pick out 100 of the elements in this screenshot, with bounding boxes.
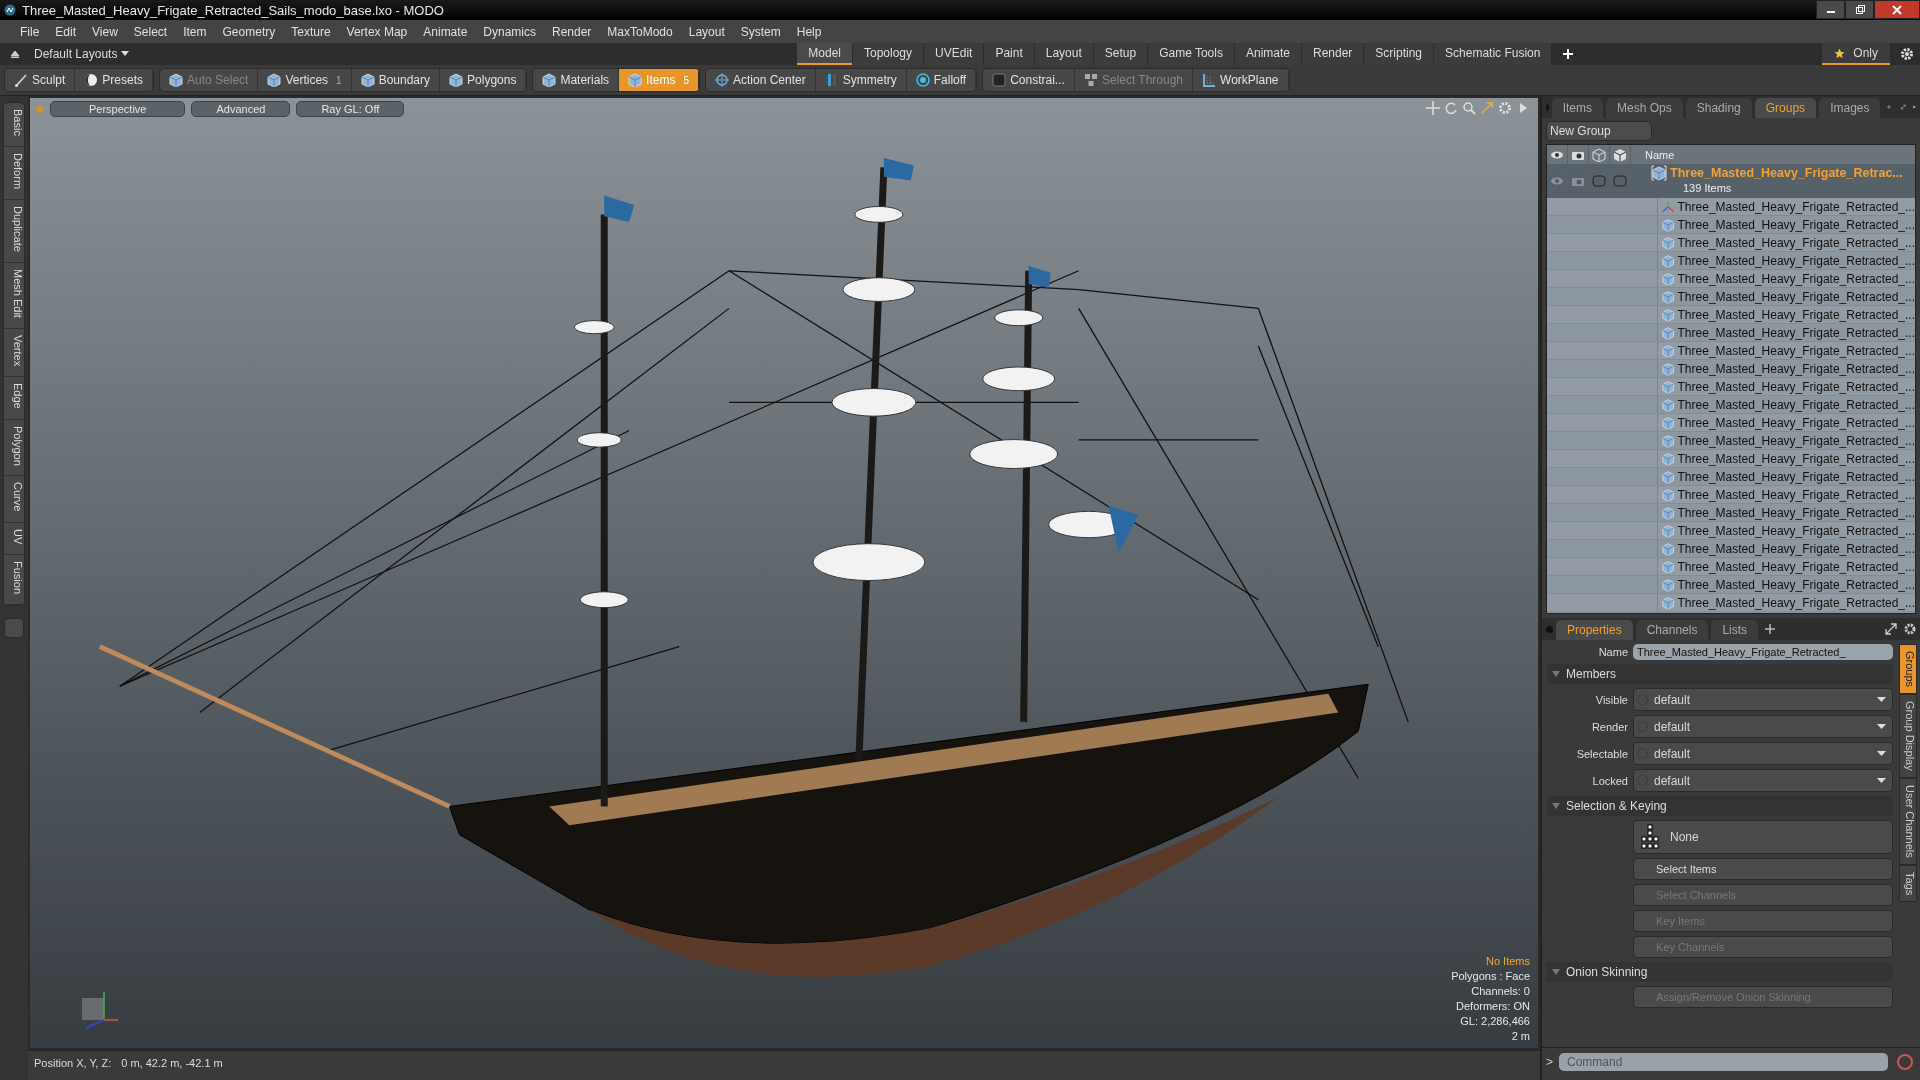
section-header[interactable]: Members bbox=[1546, 664, 1893, 684]
layout-tab[interactable]: Setup bbox=[1093, 43, 1148, 65]
tool-button[interactable]: Boundary bbox=[351, 69, 441, 91]
side-tab[interactable]: Tags bbox=[1899, 864, 1917, 902]
record-icon[interactable] bbox=[1894, 1051, 1916, 1073]
item-name[interactable]: Three_Masted_Heavy_Frigate_Retracted_... bbox=[1677, 253, 1915, 268]
side-tab[interactable]: Basic bbox=[4, 103, 24, 147]
layouts-dropdown[interactable]: Default Layouts bbox=[34, 47, 130, 61]
only-button[interactable]: Only bbox=[1822, 43, 1890, 65]
menu-item[interactable]: Edit bbox=[47, 24, 85, 39]
layout-tab[interactable]: Schematic Fusion bbox=[1434, 43, 1552, 65]
menu-item[interactable]: Vertex Map bbox=[338, 24, 416, 39]
side-tab[interactable]: UV bbox=[4, 522, 24, 556]
side-tab[interactable]: Deform bbox=[4, 146, 24, 200]
layout-tab[interactable]: Topology bbox=[853, 43, 924, 65]
cube-icon[interactable] bbox=[1613, 147, 1627, 162]
menu-item[interactable]: MaxToModo bbox=[599, 24, 681, 39]
panel-tab[interactable]: Images bbox=[1819, 98, 1881, 118]
item-name[interactable]: Three_Masted_Heavy_Frigate_Retracted_... bbox=[1677, 541, 1915, 556]
panel-tab[interactable]: Channels bbox=[1635, 620, 1709, 640]
side-tab[interactable]: Group Display bbox=[1899, 694, 1917, 778]
layout-tab[interactable]: Model bbox=[797, 43, 852, 65]
viewport[interactable]: Perspective Advanced Ray GL: Off No Items Polygons : Face Channels: 0 Deformers: ON GL: 2,286,466 2 m bbox=[28, 96, 1540, 1050]
cube-outline-icon[interactable] bbox=[1592, 147, 1606, 162]
layout-tab[interactable]: UVEdit bbox=[924, 43, 984, 65]
item-name[interactable]: Three_Masted_Heavy_Frigate_Retracted_... bbox=[1677, 577, 1915, 592]
side-tab[interactable]: Edge bbox=[4, 376, 24, 420]
tool-button[interactable]: Action Center bbox=[706, 69, 816, 91]
viewport-button[interactable]: Advanced bbox=[191, 101, 291, 117]
command-field[interactable]: Command bbox=[1559, 1053, 1888, 1071]
item-name[interactable]: Three_Masted_Heavy_Frigate_Retracted_... bbox=[1677, 469, 1915, 484]
menu-item[interactable]: Geometry bbox=[214, 24, 284, 39]
layout-tab[interactable]: Render bbox=[1302, 43, 1364, 65]
tool-button[interactable]: Polygons bbox=[440, 69, 527, 91]
panel-tab[interactable]: Properties bbox=[1556, 620, 1633, 640]
dropdown[interactable]: default bbox=[1633, 769, 1893, 792]
tool-button[interactable]: WorkPlane bbox=[1193, 69, 1289, 91]
section-header[interactable]: Selection & Keying bbox=[1546, 796, 1893, 816]
menu-item[interactable]: System bbox=[732, 24, 789, 39]
restore-icon[interactable] bbox=[1854, 4, 1865, 15]
name-field[interactable]: Three_Masted_Heavy_Frigate_Retracted_ bbox=[1633, 644, 1893, 660]
menu-item[interactable]: File bbox=[12, 24, 48, 39]
checkbox-icon[interactable] bbox=[1613, 174, 1627, 188]
item-name[interactable]: Three_Masted_Heavy_Frigate_Retracted_... bbox=[1677, 505, 1915, 520]
side-tab[interactable]: Vertex bbox=[4, 328, 24, 377]
item-name[interactable]: Three_Masted_Heavy_Frigate_Retracted_... bbox=[1677, 217, 1915, 232]
item-name[interactable]: Three_Masted_Heavy_Frigate_Retracted_... bbox=[1677, 325, 1915, 340]
close-icon[interactable] bbox=[1892, 4, 1902, 15]
item-name[interactable]: Three_Masted_Heavy_Frigate_Retracted_... bbox=[1677, 289, 1915, 304]
viewport-button[interactable]: Ray GL: Off bbox=[296, 101, 405, 117]
item-name[interactable]: Three_Masted_Heavy_Frigate_Retracted_... bbox=[1677, 433, 1915, 448]
dropdown[interactable]: default bbox=[1633, 715, 1893, 738]
column-header[interactable]: Name bbox=[1631, 148, 1675, 161]
expand-icon[interactable] bbox=[1885, 623, 1897, 635]
menu-item[interactable]: Help bbox=[788, 24, 830, 39]
tool-button[interactable]: Presets bbox=[75, 69, 154, 91]
tool-button[interactable]: Vertices 1 bbox=[258, 69, 352, 91]
menu-item[interactable]: Texture bbox=[283, 24, 339, 39]
layout-tab[interactable]: Paint bbox=[984, 43, 1034, 65]
preset-button[interactable]: None bbox=[1633, 820, 1893, 854]
panel-tab[interactable]: Groups bbox=[1754, 98, 1817, 118]
tool-button[interactable]: Constrai... bbox=[983, 69, 1075, 91]
checkbox-icon[interactable] bbox=[1592, 174, 1606, 188]
side-tab[interactable]: Duplicate bbox=[4, 199, 24, 263]
panel-tab[interactable]: Items bbox=[1551, 98, 1604, 118]
panel-tab[interactable]: Mesh Ops bbox=[1606, 98, 1683, 118]
item-name[interactable]: Three_Masted_Heavy_Frigate_Retracted_... bbox=[1677, 397, 1915, 412]
rotate-icon[interactable] bbox=[1444, 101, 1458, 115]
action-button[interactable]: Select Items bbox=[1633, 858, 1893, 880]
menu-item[interactable]: Dynamics bbox=[475, 24, 544, 39]
side-tab[interactable]: Polygon bbox=[4, 419, 24, 477]
menu-item[interactable]: Render bbox=[544, 24, 600, 39]
menu-item[interactable]: Animate bbox=[415, 24, 476, 39]
settings-icon[interactable] bbox=[1904, 623, 1916, 635]
layout-tab[interactable]: Scripting bbox=[1364, 43, 1434, 65]
section-header[interactable]: Onion Skinning bbox=[1546, 962, 1893, 982]
tool-button[interactable]: Sculpt bbox=[5, 69, 76, 91]
viewport-button[interactable]: Perspective bbox=[50, 101, 186, 117]
dropdown[interactable]: default bbox=[1633, 742, 1893, 765]
menu-item[interactable]: View bbox=[84, 24, 126, 39]
side-tab[interactable]: User Channels bbox=[1899, 777, 1917, 865]
menu-item[interactable]: Item bbox=[175, 24, 215, 39]
collapse-arrow-icon[interactable] bbox=[10, 49, 20, 59]
layout-tab[interactable]: Animate bbox=[1234, 43, 1301, 65]
new-group-button[interactable]: New Group bbox=[1546, 121, 1652, 141]
expand-icon[interactable] bbox=[1901, 101, 1906, 113]
side-tab[interactable]: Mesh Edit bbox=[4, 262, 24, 329]
side-tab[interactable]: Fusion bbox=[4, 555, 24, 606]
tool-button[interactable]: Falloff bbox=[906, 69, 977, 91]
panel-tab[interactable]: Shading bbox=[1685, 98, 1752, 118]
menu-item[interactable]: Layout bbox=[680, 24, 733, 39]
layout-tab[interactable]: Layout bbox=[1034, 43, 1093, 65]
settings-icon[interactable] bbox=[1900, 47, 1914, 61]
side-tab[interactable]: Curve bbox=[4, 476, 24, 523]
side-tab[interactable]: Groups bbox=[1899, 644, 1917, 695]
tool-button[interactable]: Symmetry bbox=[815, 69, 907, 91]
plus-icon[interactable] bbox=[1765, 624, 1776, 634]
layout-tab[interactable]: Game Tools bbox=[1148, 43, 1234, 65]
menu-item[interactable]: Select bbox=[125, 24, 176, 39]
panel-tab[interactable]: Lists bbox=[1711, 620, 1759, 640]
